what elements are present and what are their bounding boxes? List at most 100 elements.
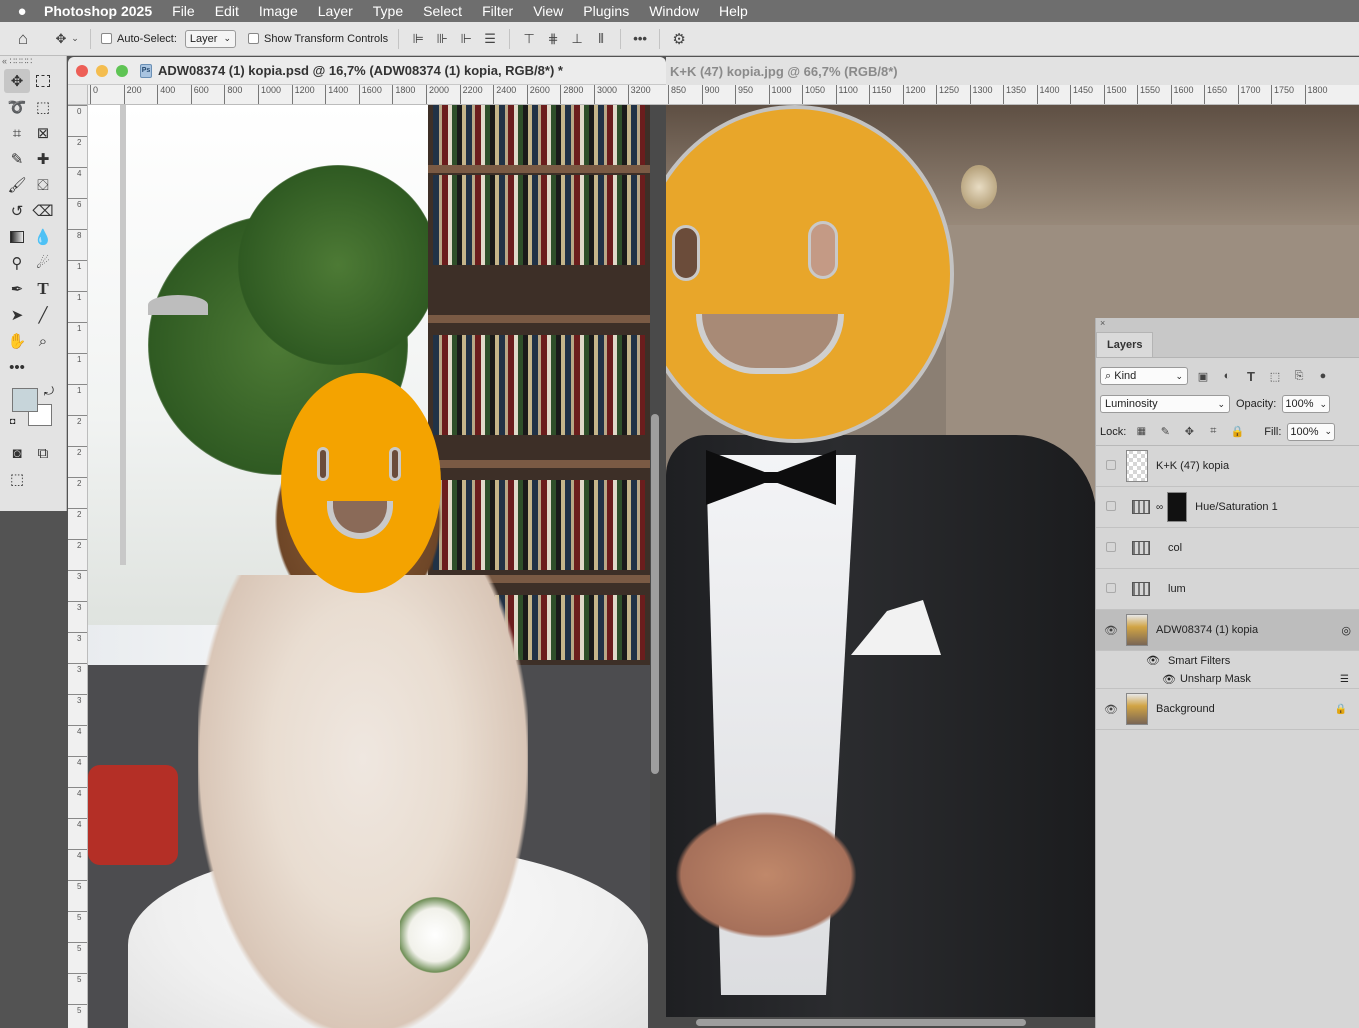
apple-icon[interactable]: ●: [0, 3, 44, 20]
filter-adjustment-icon[interactable]: ◐: [1218, 367, 1236, 385]
default-colors-icon[interactable]: ◘: [10, 416, 15, 426]
zoom-window-button[interactable]: [116, 64, 128, 77]
menu-file[interactable]: File: [172, 3, 195, 19]
layer-visibility-toggle[interactable]: [1096, 582, 1126, 596]
crop-tool[interactable]: ⌗: [4, 121, 30, 145]
panel-grip[interactable]: « ∷∷∷∷: [0, 56, 66, 68]
foreground-color-swatch[interactable]: [12, 388, 38, 412]
filter-toggle-icon[interactable]: ●: [1314, 367, 1332, 385]
filter-type-icon[interactable]: T: [1242, 367, 1260, 385]
menu-app-name[interactable]: Photoshop 2025: [44, 3, 152, 19]
layer-visibility-toggle[interactable]: [1096, 541, 1126, 555]
eraser-tool[interactable]: ⌫: [30, 199, 56, 223]
swap-colors-icon[interactable]: ⤾: [44, 384, 54, 399]
filter-pixel-icon[interactable]: ▣: [1194, 367, 1212, 385]
layer-row[interactable]: lum: [1096, 569, 1359, 610]
generative-fill-button[interactable]: ⬚: [4, 467, 30, 491]
document-titlebar[interactable]: Ps ADW08374 (1) kopia.psd @ 16,7% (ADW08…: [68, 57, 666, 85]
panel-close-icon[interactable]: ×: [1096, 318, 1359, 328]
settings-button[interactable]: ⚙: [664, 22, 694, 56]
filter-shape-icon[interactable]: ⬚: [1266, 367, 1284, 385]
lock-pixels-icon[interactable]: ✎: [1156, 423, 1174, 441]
distribute-vertical-icon[interactable]: ⦀: [592, 30, 610, 48]
line-tool[interactable]: ╱: [30, 303, 56, 327]
layer-visibility-toggle[interactable]: 👁: [1096, 703, 1126, 716]
clone-stamp-tool[interactable]: ⛋: [30, 173, 56, 197]
filter-kind-dropdown[interactable]: ⌕ Kind ⌄: [1100, 367, 1188, 385]
align-top-icon[interactable]: ⊤: [520, 30, 538, 48]
menu-window[interactable]: Window: [649, 3, 699, 19]
horizontal-scrollbar[interactable]: [696, 1019, 1026, 1026]
pen-tool[interactable]: ✒: [4, 277, 30, 301]
menu-edit[interactable]: Edit: [215, 3, 239, 19]
show-transform-checkbox[interactable]: [248, 33, 259, 44]
menu-filter[interactable]: Filter: [482, 3, 513, 19]
lock-transparent-icon[interactable]: ▦: [1132, 423, 1150, 441]
healing-brush-tool[interactable]: ✚: [30, 147, 56, 171]
menu-select[interactable]: Select: [423, 3, 462, 19]
path-selection-tool[interactable]: ➤: [4, 303, 30, 327]
align-bottom-icon[interactable]: ⊥: [568, 30, 586, 48]
object-selection-tool[interactable]: ⬚: [30, 95, 56, 119]
layer-row[interactable]: K+K (47) kopia: [1096, 446, 1359, 487]
screen-mode-button[interactable]: ⧉: [30, 441, 56, 465]
menu-image[interactable]: Image: [259, 3, 298, 19]
opacity-field[interactable]: 100% ⌄: [1282, 395, 1331, 413]
menu-plugins[interactable]: Plugins: [583, 3, 629, 19]
smart-filters-row[interactable]: 👁 Smart Filters: [1096, 651, 1359, 670]
horizontal-ruler[interactable]: 0 200 400 600 800 1000 1200 1400 1600 1800 2000 220…: [88, 85, 666, 105]
smart-object-badge-icon[interactable]: ◎: [1341, 624, 1351, 637]
layer-row[interactable]: ∞ Hue/Saturation 1: [1096, 487, 1359, 528]
layer-row-selected[interactable]: 👁 ADW08374 (1) kopia ◎: [1096, 610, 1359, 651]
menu-help[interactable]: Help: [719, 3, 748, 19]
lock-artboard-icon[interactable]: ⌗: [1204, 423, 1222, 441]
gradient-tool[interactable]: [4, 225, 30, 249]
filter-smart-object-icon[interactable]: ⎘: [1290, 367, 1308, 385]
lock-all-icon[interactable]: 🔒: [1228, 423, 1246, 441]
menu-type[interactable]: Type: [373, 3, 403, 19]
type-tool[interactable]: T: [30, 277, 56, 301]
filter-options-icon[interactable]: ☰: [1340, 674, 1349, 685]
smudge-tool[interactable]: ☄: [30, 251, 56, 275]
eyedropper-tool[interactable]: ✎: [4, 147, 30, 171]
tab-layers[interactable]: Layers: [1096, 332, 1154, 357]
ruler-origin[interactable]: [68, 85, 88, 105]
vertical-scrollbar[interactable]: [651, 414, 659, 774]
lock-icon[interactable]: 🔒: [1335, 704, 1347, 715]
align-right-icon[interactable]: ⊩: [457, 30, 475, 48]
eye-icon[interactable]: 👁: [1162, 673, 1176, 686]
layer-row[interactable]: 👁 Background 🔒: [1096, 689, 1359, 730]
layer-visibility-toggle[interactable]: [1096, 500, 1126, 514]
align-left-icon[interactable]: ⊫: [409, 30, 427, 48]
more-options-button[interactable]: •••: [625, 22, 655, 56]
unsharp-mask-row[interactable]: 👁 Unsharp Mask ☰: [1096, 670, 1359, 689]
brush-tool[interactable]: 🖌: [4, 173, 30, 197]
edit-toolbar-button[interactable]: •••: [4, 355, 30, 379]
layer-visibility-toggle[interactable]: 👁: [1096, 624, 1126, 637]
document-titlebar[interactable]: K+K (47) kopia.jpg @ 66,7% (RGB/8*): [666, 57, 1359, 85]
close-window-button[interactable]: [76, 64, 88, 77]
menu-view[interactable]: View: [533, 3, 563, 19]
blur-tool[interactable]: 💧: [30, 225, 56, 249]
lock-position-icon[interactable]: ✥: [1180, 423, 1198, 441]
hand-tool[interactable]: ✋: [4, 329, 30, 353]
zoom-tool[interactable]: ⌕: [30, 329, 56, 353]
minimize-window-button[interactable]: [96, 64, 108, 77]
fill-field[interactable]: 100% ⌄: [1287, 422, 1336, 441]
history-brush-tool[interactable]: ↺: [4, 199, 30, 223]
layer-row[interactable]: col: [1096, 528, 1359, 569]
menu-layer[interactable]: Layer: [318, 3, 353, 19]
auto-select-dropdown[interactable]: Layer ⌄: [184, 29, 236, 48]
blend-mode-dropdown[interactable]: Luminosity ⌄: [1100, 395, 1230, 413]
distribute-horizontal-icon[interactable]: ☰: [481, 30, 499, 48]
align-middle-icon[interactable]: ⋕: [544, 30, 562, 48]
auto-select-checkbox[interactable]: [101, 33, 112, 44]
canvas-bride-photo[interactable]: [88, 105, 650, 1028]
eye-icon[interactable]: 👁: [1146, 654, 1160, 667]
vertical-ruler[interactable]: 024681111122222333334444455555: [68, 105, 88, 1028]
layer-mask-thumbnail[interactable]: [1167, 492, 1188, 522]
align-center-icon[interactable]: ⊪: [433, 30, 451, 48]
home-button[interactable]: ⌂: [0, 22, 46, 56]
layer-visibility-toggle[interactable]: [1096, 459, 1126, 473]
quick-mask-button[interactable]: ◙: [4, 441, 30, 465]
